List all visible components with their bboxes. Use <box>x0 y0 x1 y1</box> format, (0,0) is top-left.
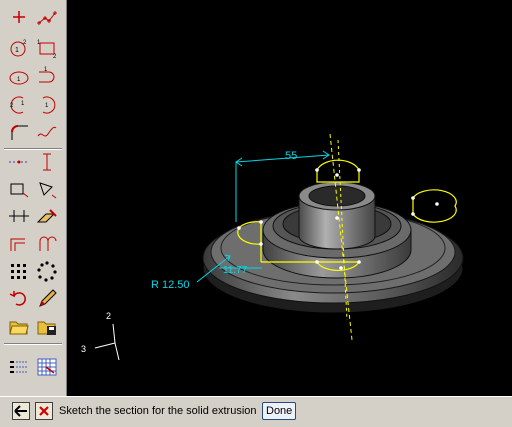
pencil-icon <box>39 289 57 307</box>
arc-tangent-icon: 1 <box>39 67 55 83</box>
edit-dimension-icon <box>39 182 57 199</box>
save-sketch-tool[interactable] <box>34 315 60 337</box>
open-sketch-icon <box>9 321 29 335</box>
dimension-tool[interactable] <box>34 151 60 173</box>
toolbar-separator <box>4 148 62 150</box>
viewport-scene: 55 R 12.50 11.77 2 3 <box>81 133 464 361</box>
circle-tool[interactable]: 12 <box>6 37 32 59</box>
parallel-lines-tool[interactable] <box>6 205 32 227</box>
dimension-width-label[interactable]: 55 <box>285 150 297 162</box>
point-tool[interactable] <box>6 6 32 28</box>
arc-center-ends-tool[interactable]: 1 <box>34 94 60 116</box>
sketch-toolbox: 12 12 1 1 21 1 <box>0 0 67 396</box>
open-sketch-tool[interactable] <box>6 315 32 337</box>
undo-tool[interactable] <box>6 287 32 309</box>
ellipse-icon: 1 <box>9 71 29 85</box>
prompt-message: Sketch the section for the solid extrusi… <box>59 405 257 417</box>
view-triad <box>94 323 120 361</box>
edit-tool-icon <box>36 209 57 223</box>
edit-dimension-tool[interactable] <box>34 178 60 200</box>
offset-tool[interactable] <box>6 232 32 254</box>
edit-tool[interactable] <box>34 205 60 227</box>
done-button[interactable]: Done <box>262 402 297 420</box>
triad-axis-y-label: 2 <box>106 311 111 321</box>
undo-icon <box>9 291 26 306</box>
cancel-x-icon <box>39 406 49 416</box>
construction-line-tool[interactable] <box>6 151 32 173</box>
constraint-icon <box>10 183 29 198</box>
radial-pattern-tool[interactable] <box>34 260 60 282</box>
offset-icon <box>10 238 25 251</box>
rectangle-icon: 12 <box>37 40 57 60</box>
arc-tangent-tool[interactable]: 1 <box>34 66 60 88</box>
pencil-tool[interactable] <box>34 287 60 309</box>
point-icon <box>13 11 25 23</box>
toolbar-separator <box>4 343 62 345</box>
connected-points-icon <box>37 11 57 25</box>
triad-axis-x-label: 3 <box>81 344 86 354</box>
cancel-procedure-button[interactable] <box>35 402 53 420</box>
svg-text:1: 1 <box>45 103 49 109</box>
spline-tool[interactable] <box>34 121 60 143</box>
circle-center-perimeter-icon: 12 <box>10 40 27 57</box>
connected-points-tool[interactable] <box>34 6 60 28</box>
sketch-options-tool[interactable] <box>6 356 32 378</box>
prompt-area: Sketch the section for the solid extrusi… <box>0 396 512 427</box>
rectangle-tool[interactable]: 12 <box>34 37 60 60</box>
svg-text:1: 1 <box>15 47 19 54</box>
fillet-tool[interactable] <box>6 121 32 143</box>
arc-center-ends-icon: 1 <box>42 96 56 114</box>
spline-icon <box>37 126 57 137</box>
dimension-icon <box>43 153 51 171</box>
radial-pattern-icon <box>37 261 57 282</box>
dimension-radius-label[interactable]: R 12.50 <box>151 279 190 291</box>
parallel-lines-icon <box>9 210 29 222</box>
dimension-height-label[interactable]: 11.77 <box>223 265 248 276</box>
arc-three-points-icon: 21 <box>10 96 25 114</box>
construction-line-icon <box>9 160 29 164</box>
grid-tool[interactable] <box>34 356 60 378</box>
linear-pattern-icon <box>11 264 26 279</box>
mirror-tool[interactable] <box>34 232 60 254</box>
svg-text:2: 2 <box>23 40 27 46</box>
ellipse-tool[interactable]: 1 <box>6 66 32 88</box>
linear-pattern-tool[interactable] <box>6 260 32 282</box>
svg-text:2: 2 <box>53 54 57 60</box>
viewport-canvas[interactable]: 55 R 12.50 11.77 2 3 <box>67 0 512 396</box>
grid-icon <box>37 358 57 376</box>
arc-three-points-tool[interactable]: 21 <box>6 94 32 116</box>
svg-text:1: 1 <box>17 77 21 83</box>
previous-step-button[interactable] <box>12 402 30 420</box>
svg-text:2: 2 <box>10 103 14 109</box>
mirror-icon <box>39 236 57 251</box>
constraint-tool[interactable] <box>6 178 32 200</box>
fillet-icon <box>11 125 28 140</box>
part-boss <box>298 181 376 250</box>
sketch-options-icon <box>10 361 28 373</box>
svg-text:1: 1 <box>21 101 25 107</box>
save-sketch-icon <box>37 321 56 335</box>
back-arrow-icon <box>14 405 27 417</box>
